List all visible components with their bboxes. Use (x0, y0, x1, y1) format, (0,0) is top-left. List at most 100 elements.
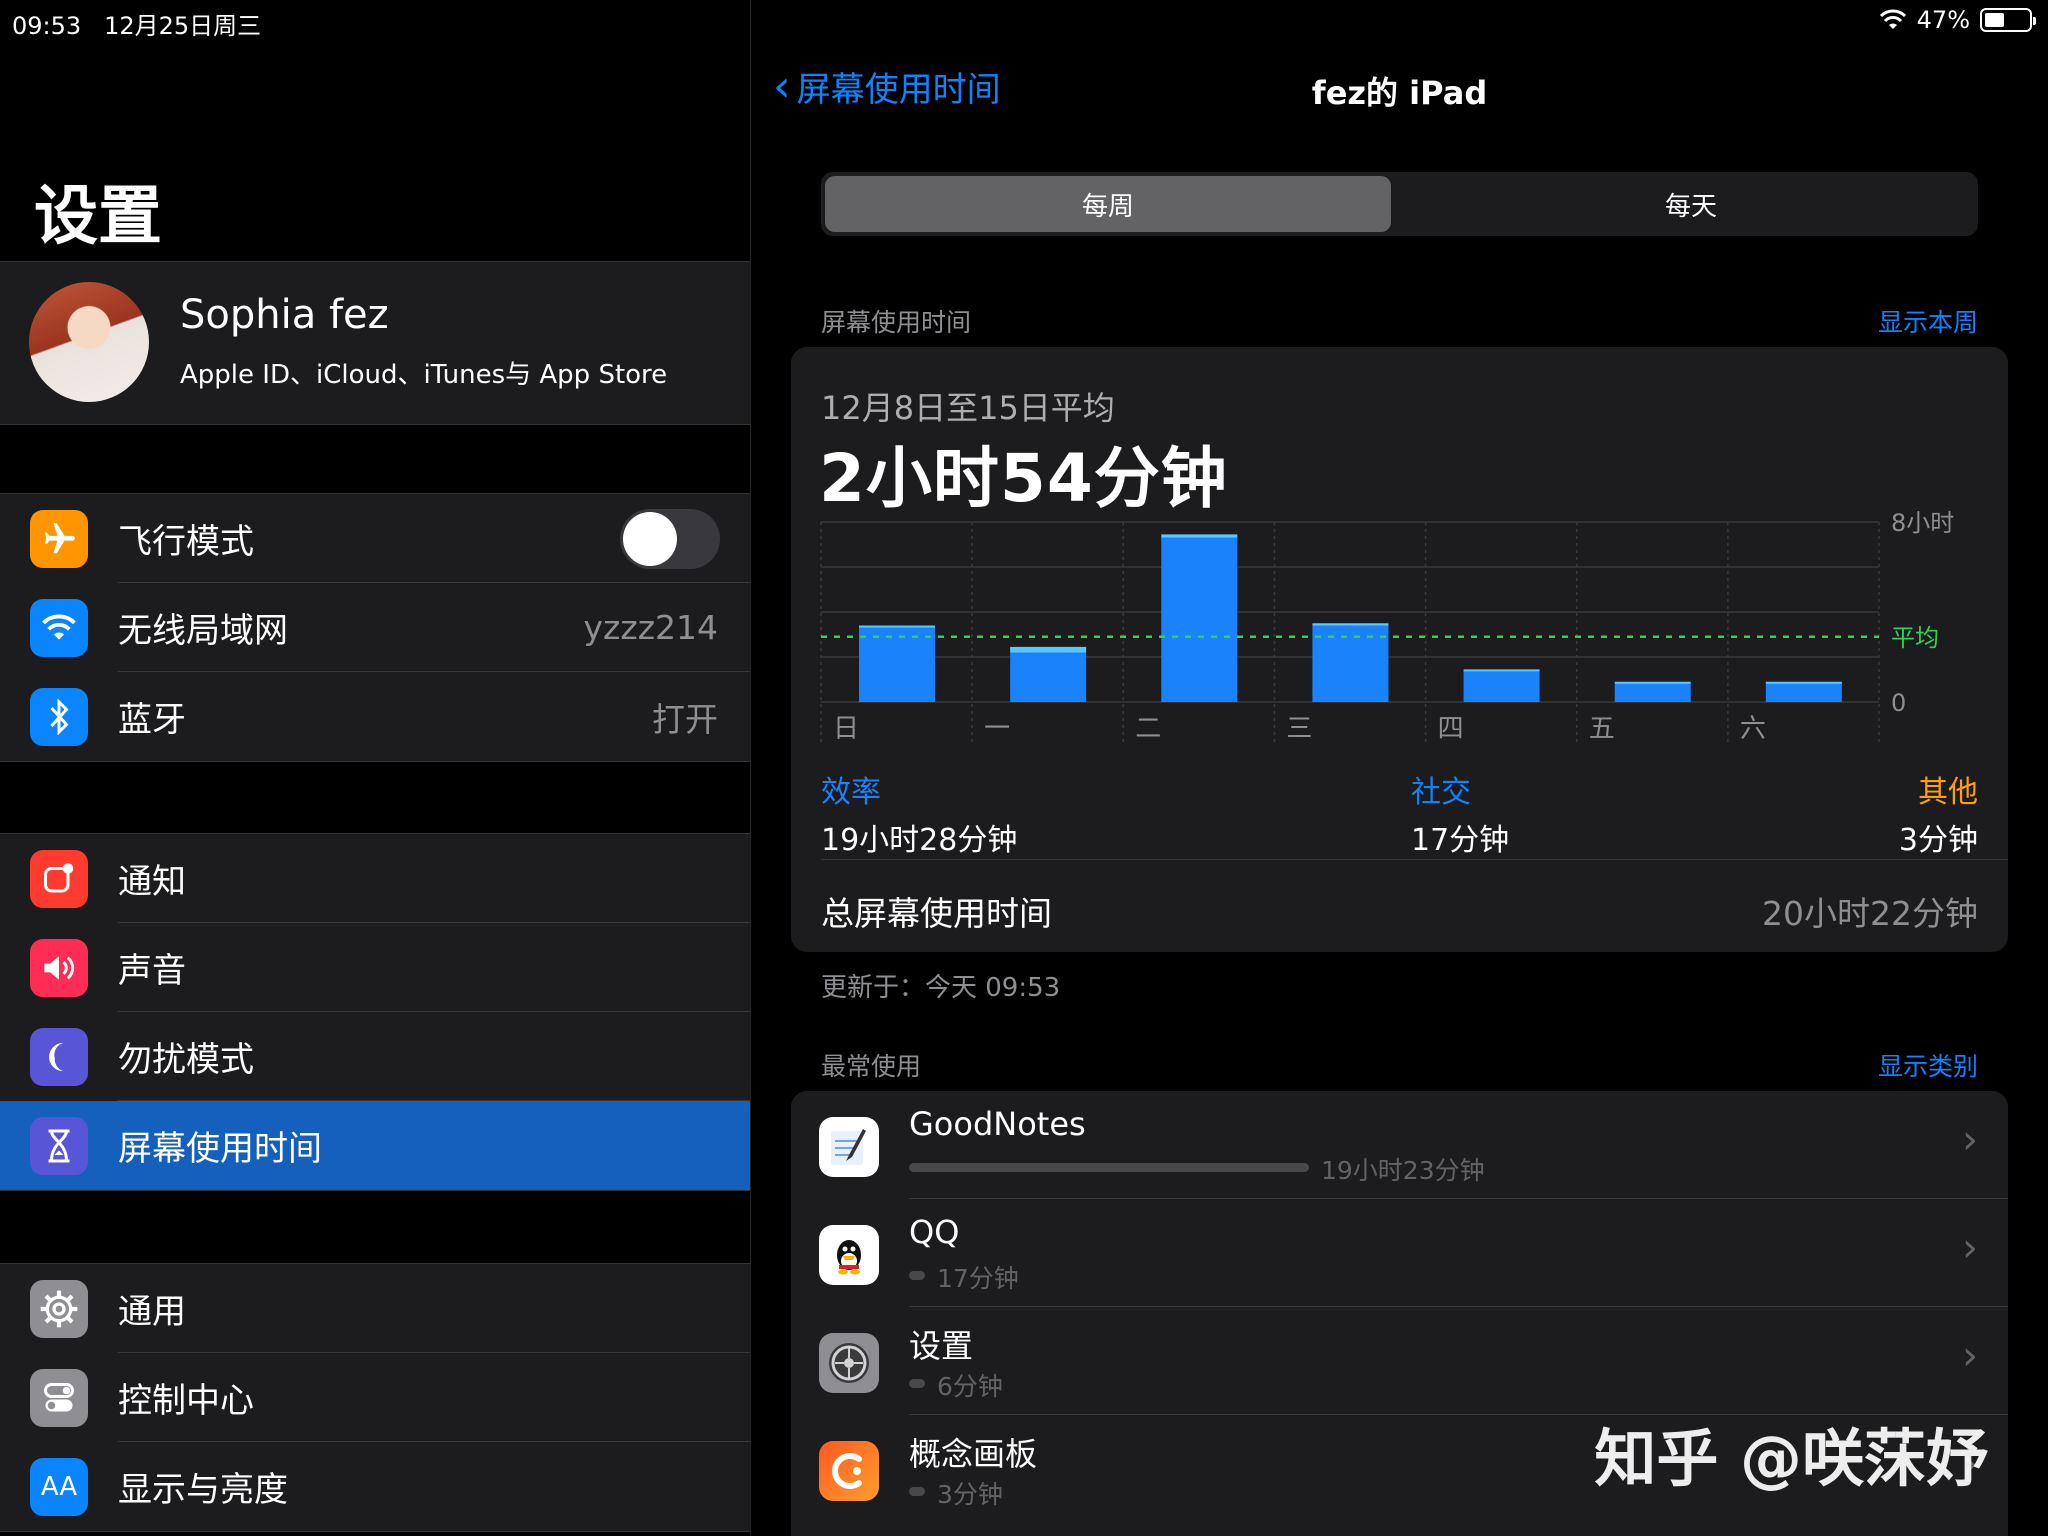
x-tick-label: 四 (1438, 714, 1464, 744)
legend-social: 社交 17分钟 (1411, 767, 1509, 859)
goodnotes-icon (819, 1117, 879, 1177)
gear-icon (30, 1279, 88, 1338)
bar-social (859, 625, 935, 628)
bar-social (1765, 681, 1842, 684)
bluetooth-icon (30, 687, 88, 746)
sidebar-item-general[interactable]: 通用 (0, 1264, 750, 1353)
legend-label: 效率 (821, 775, 881, 810)
x-tick-label: 一 (984, 714, 1010, 744)
sidebar-item-do-not-disturb[interactable]: 勿扰模式 (0, 1012, 750, 1101)
display-icon: AA (30, 1457, 88, 1516)
chevron-right-icon: › (1962, 1225, 1978, 1271)
usage-bar (909, 1487, 925, 1496)
wifi-network-value: yzzz214 (583, 608, 718, 647)
moon-icon (30, 1027, 88, 1086)
bar-productivity (1463, 670, 1540, 702)
status-right: 47% (1879, 6, 2036, 34)
app-time: 19小时23分钟 (1321, 1156, 1485, 1185)
bar-social (1161, 534, 1238, 538)
sidebar-item-label: 通知 (118, 862, 186, 902)
segment-weekly[interactable]: 每周 (825, 176, 1391, 232)
legend-value: 3分钟 (1898, 823, 1978, 858)
sidebar-item-label: 飞行模式 (118, 522, 254, 562)
bar-productivity (1161, 537, 1238, 702)
settings-group-connectivity: 飞行模式 无线局域网 yzzz214 蓝牙 打开 (0, 493, 750, 762)
x-tick-label: 三 (1286, 714, 1312, 744)
sidebar-item-bluetooth[interactable]: 蓝牙 打开 (0, 672, 750, 761)
sidebar-item-label: 无线局域网 (118, 611, 288, 651)
screen-time-detail: ‹ 屏幕使用时间 fez的 iPad 每周 每天 屏幕使用时间 显示本周 12月… (751, 0, 2048, 1536)
notifications-icon (30, 849, 88, 908)
bluetooth-value: 打开 (652, 699, 718, 739)
qq-icon (819, 1225, 879, 1285)
sidebar-item-sounds[interactable]: 声音 (0, 923, 750, 1012)
segment-daily[interactable]: 每天 (1408, 176, 1974, 232)
watermark: 知乎 @咲莯妤 (1594, 1422, 1988, 1495)
legend-other: 其他 3分钟 (1899, 767, 1978, 859)
profile-row[interactable]: Sophia fez Apple ID、iCloud、iTunes与 App S… (0, 261, 750, 425)
show-categories-link[interactable]: 显示类别 (1878, 1047, 1978, 1083)
app-name: 设置 (909, 1327, 974, 1365)
section-header-screen-time: 屏幕使用时间 (821, 308, 972, 337)
sidebar-title: 设置 (34, 180, 162, 254)
usage-bar (909, 1271, 925, 1280)
show-this-week-link[interactable]: 显示本周 (1878, 303, 1978, 339)
bar-social (1463, 669, 1540, 672)
battery-percent: 47% (1916, 6, 1970, 34)
legend-productivity: 效率 19小时28分钟 (821, 767, 1017, 859)
sidebar-item-label: 勿扰模式 (118, 1040, 254, 1080)
battery-icon (1980, 8, 2036, 32)
bar-productivity (1614, 682, 1691, 702)
page-title: fez的 iPad (1311, 74, 1488, 112)
sidebar-item-screen-time[interactable]: 屏幕使用时间 (0, 1101, 750, 1190)
x-tick-label: 二 (1135, 714, 1161, 744)
legend-label: 社交 (1411, 775, 1471, 810)
sidebar-item-label: 显示与亮度 (118, 1470, 288, 1510)
app-row-goodnotes[interactable]: GoodNotes 19小时23分钟 › (791, 1091, 2008, 1199)
sidebar-item-display[interactable]: AA 显示与亮度 (0, 1442, 750, 1531)
x-tick-label: 五 (1589, 714, 1615, 744)
sidebar-item-label: 声音 (118, 951, 186, 991)
bar-social (1312, 623, 1389, 626)
wifi-icon (30, 598, 88, 657)
app-row-qq[interactable]: QQ 17分钟 › (791, 1199, 2008, 1307)
sidebar-item-label: 蓝牙 (118, 700, 186, 740)
settings-app-icon (819, 1333, 879, 1393)
sound-icon (30, 938, 88, 997)
profile-name: Sophia fez (180, 292, 389, 338)
hourglass-icon (30, 1116, 88, 1175)
total-screen-time-label: 总屏幕使用时间 (821, 894, 1052, 933)
app-row-settings[interactable]: 设置 6分钟 › (791, 1307, 2008, 1415)
chevron-right-icon: › (1962, 1333, 1978, 1379)
chevron-right-icon: › (1962, 1117, 1978, 1163)
weekly-usage-chart: 日 一 二 三 四 五 六 8小时平均 0 (820, 509, 1954, 744)
sidebar-item-notifications[interactable]: 通知 (0, 834, 750, 923)
control-center-icon (30, 1368, 88, 1427)
bar-productivity (859, 627, 935, 702)
sidebar-item-wifi[interactable]: 无线局域网 yzzz214 (0, 583, 750, 672)
avatar (29, 282, 149, 402)
airplane-icon (30, 509, 88, 568)
legend-value: 17分钟 (1411, 823, 1510, 858)
profile-subtitle: Apple ID、iCloud、iTunes与 App Store (180, 360, 668, 390)
sidebar-item-control-center[interactable]: 控制中心 (0, 1353, 750, 1442)
updated-text: 更新于：今天 09:53 (821, 973, 1061, 1003)
bar-productivity (1312, 625, 1389, 702)
y-tick-label: 8小时 (1891, 509, 1954, 537)
status-bar: 09:53 12月25日周三 47% (0, 0, 2048, 44)
bar-productivity (1010, 652, 1087, 702)
settings-group-alerts: 通知 声音 勿扰模式 屏幕使用时间 (0, 833, 750, 1191)
app-time: 3分钟 (937, 1480, 1003, 1509)
usage-bar (909, 1163, 1309, 1172)
status-time: 09:53 12月25日周三 (12, 12, 262, 40)
settings-group-general: 通用 控制中心 AA 显示与亮度 (0, 1263, 750, 1532)
app-name: 概念画板 (909, 1435, 1038, 1473)
app-time: 17分钟 (937, 1264, 1019, 1293)
bar-social (1010, 646, 1087, 653)
sidebar-item-label: 通用 (118, 1292, 186, 1332)
airplane-toggle[interactable] (620, 508, 720, 569)
sidebar-item-airplane[interactable]: 飞行模式 (0, 494, 750, 583)
y-tick-label: 平均 (1891, 624, 1939, 652)
y-tick-label: 0 (1891, 689, 1906, 717)
period-segmented-control: 每周 每天 (821, 172, 1978, 236)
